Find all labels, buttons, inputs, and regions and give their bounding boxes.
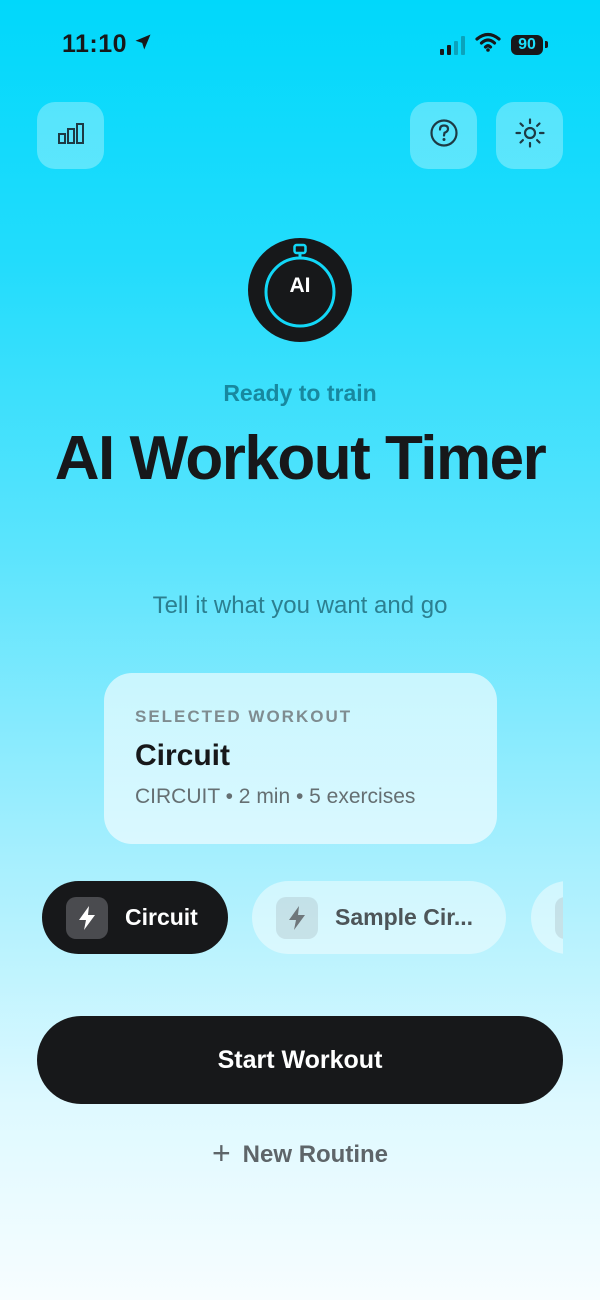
app-logo: AI (248, 238, 352, 342)
battery-level: 90 (511, 34, 543, 55)
chip-label: Circuit (125, 904, 198, 930)
bar-chart-icon (57, 121, 85, 150)
question-circle-icon (429, 118, 459, 153)
status-time-text: 11:10 (62, 30, 128, 58)
chip-label: Sample Cir... (335, 904, 474, 930)
help-button[interactable] (410, 102, 477, 169)
logo-text: AI (289, 274, 311, 297)
selected-workout-meta: CIRCUIT • 2 min • 5 exercises (135, 785, 416, 808)
workout-chip-partial[interactable] (531, 881, 563, 954)
workout-chip-list[interactable]: Circuit Sample Cir... (42, 881, 563, 954)
wifi-icon (475, 32, 501, 57)
theme-button[interactable] (496, 102, 563, 169)
app-screen: 11:10 90 AI Ready to train AI Workout Ti… (0, 0, 600, 1300)
plus-icon: + (211, 1135, 231, 1171)
status-indicators: 90 (440, 32, 548, 57)
selected-workout-label: SELECTED WORKOUT (135, 707, 353, 726)
location-arrow-icon (133, 30, 153, 59)
status-time: 11:10 (62, 30, 153, 59)
workout-chip-circuit[interactable]: Circuit (42, 881, 228, 954)
status-eyebrow: Ready to train (223, 380, 377, 406)
battery-icon: 90 (511, 34, 548, 55)
cellular-signal-icon (440, 35, 465, 55)
lightning-bolt-icon (555, 896, 563, 939)
new-routine-label: New Routine (242, 1140, 389, 1168)
stats-button[interactable] (37, 102, 104, 169)
workout-chip-sample-circuit[interactable]: Sample Cir... (252, 881, 506, 954)
sun-icon (514, 117, 546, 154)
lightning-bolt-icon (276, 896, 318, 939)
page-subtitle: Tell it what you want and go (152, 592, 448, 619)
selected-workout-name: Circuit (135, 739, 231, 772)
new-routine-button[interactable]: + New Routine (0, 1135, 600, 1171)
start-workout-button[interactable]: Start Workout (37, 1016, 563, 1104)
page-title: AI Workout Timer (54, 424, 547, 493)
lightning-bolt-icon (66, 896, 108, 939)
selected-workout-card[interactable]: SELECTED WORKOUT Circuit CIRCUIT • 2 min… (104, 673, 497, 844)
